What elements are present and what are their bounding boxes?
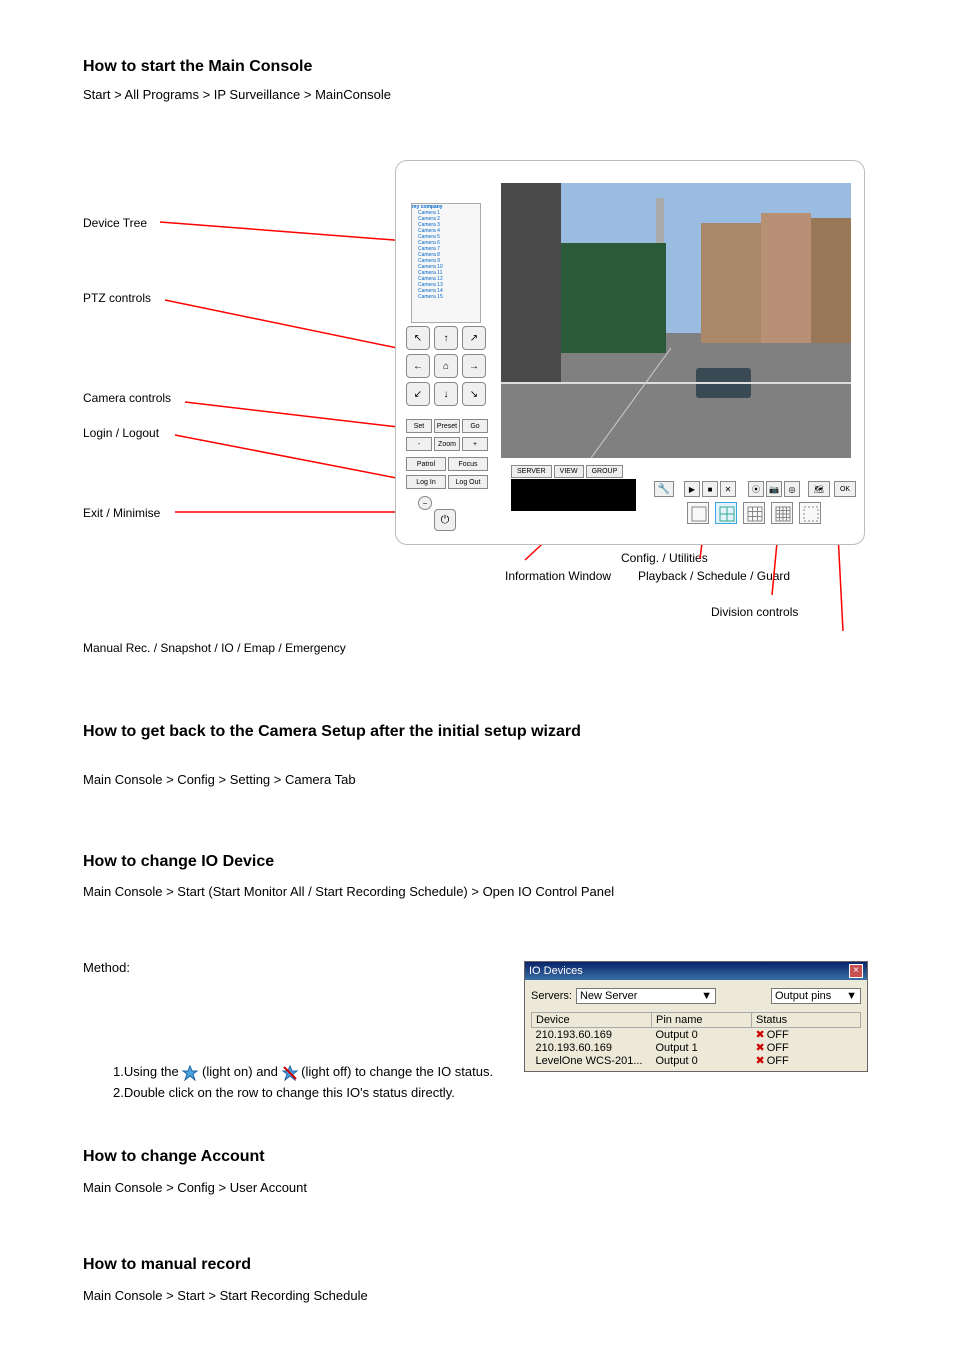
zoom-label: Zoom (434, 437, 460, 451)
section3-title: How to change IO Device (83, 853, 274, 871)
exit-button[interactable]: ⏻ (434, 509, 456, 531)
ptz-e[interactable]: → (462, 354, 486, 378)
video-view (501, 183, 851, 458)
col-device[interactable]: Device (532, 1013, 652, 1028)
patrol-button[interactable]: Patrol (406, 457, 446, 471)
logout-button[interactable]: Log Out (448, 475, 488, 489)
chevron-down-icon: ▼ (846, 990, 857, 1002)
zoom-minus[interactable]: - (406, 437, 432, 451)
server-select[interactable]: New Server▼ (576, 988, 716, 1004)
set-button[interactable]: Set (406, 419, 432, 433)
annot-playback: Playback / Schedule / Guard (638, 568, 790, 585)
col-pin[interactable]: Pin name (652, 1013, 752, 1028)
pins-select[interactable]: Output pins▼ (771, 988, 861, 1004)
division-full[interactable] (799, 502, 821, 524)
section5-title: How to manual record (83, 1256, 251, 1274)
status-off-icon: ✖ (756, 1055, 765, 1067)
io-devices-dialog: IO Devices × Servers: New Server▼ Output… (524, 961, 868, 1072)
guard-button[interactable]: ✕ (720, 481, 736, 497)
info-window (511, 479, 636, 511)
minimise-button[interactable]: − (418, 496, 432, 510)
main-console: my company Camera 1 Camera 2 Camera 3 Ca… (395, 160, 865, 545)
preset-button[interactable]: Preset (434, 419, 460, 433)
section4-title: How to change Account (83, 1148, 265, 1166)
ptz-grid: ↖ ↑ ↗ ← ⌂ → ↙ ↓ ↘ (406, 326, 486, 406)
io-table: Device Pin name Status 210.193.60.169 Ou… (531, 1012, 861, 1067)
status-off-icon: ✖ (756, 1029, 765, 1041)
ptz-home[interactable]: ⌂ (434, 354, 458, 378)
login-button[interactable]: Log In (406, 475, 446, 489)
method-2: 2.Double click on the row to change this… (113, 1083, 513, 1104)
section1-title: How to start the Main Console (83, 58, 312, 76)
division-1[interactable] (687, 502, 709, 524)
section4-text: Main Console > Config > User Account (83, 1178, 307, 1198)
section3-text1: Main Console > Start (Start Monitor All … (83, 882, 863, 902)
config-button[interactable]: 🔧 (654, 481, 674, 497)
annot-ptz: PTZ controls (83, 290, 151, 307)
method-1: 1.Using the (light on) and (light off) t… (113, 1062, 513, 1083)
ptz-s[interactable]: ↓ (434, 382, 458, 406)
table-row[interactable]: 210.193.60.169 Output 1 ✖OFF (532, 1041, 861, 1054)
focus-button[interactable]: Focus (448, 457, 488, 471)
annot-device-tree: Device Tree (83, 215, 147, 232)
light-on-icon (182, 1065, 198, 1081)
playback-button[interactable]: ▶ (684, 481, 700, 497)
ptz-w[interactable]: ← (406, 354, 430, 378)
snapshot-button[interactable]: 📷 (766, 481, 782, 497)
annot-wrench: Config. / Utilities (621, 550, 708, 567)
tab-view[interactable]: VIEW (554, 465, 584, 478)
section2-text: Main Console > Config > Setting > Camera… (83, 770, 356, 790)
annot-information: Information Window (505, 568, 611, 585)
io-titlebar: IO Devices × (525, 962, 867, 980)
status-off-icon: ✖ (756, 1042, 765, 1054)
emergency-button[interactable]: OK (834, 481, 856, 497)
table-row[interactable]: 210.193.60.169 Output 0 ✖OFF (532, 1028, 861, 1042)
ptz-ne[interactable]: ↗ (462, 326, 486, 350)
section2-title: How to get back to the Camera Setup afte… (83, 723, 863, 741)
schedule-button[interactable]: ■ (702, 481, 718, 497)
division-4[interactable] (715, 502, 737, 524)
table-row[interactable]: LevelOne WCS-201... Output 0 ✖OFF (532, 1054, 861, 1067)
servers-label: Servers: (531, 990, 572, 1002)
close-icon[interactable]: × (849, 964, 863, 978)
device-tree[interactable]: my company Camera 1 Camera 2 Camera 3 Ca… (411, 203, 481, 323)
tab-group[interactable]: GROUP (586, 465, 624, 478)
ptz-sw[interactable]: ↙ (406, 382, 430, 406)
tree-cam[interactable]: Camera 15 (412, 294, 480, 300)
zoom-plus[interactable]: + (462, 437, 488, 451)
annot-exit: Exit / Minimise (83, 505, 160, 522)
go-button[interactable]: Go (462, 419, 488, 433)
annot-manual: Manual Rec. / Snapshot / IO / Emap / Eme… (83, 640, 863, 657)
methods-label: Method: (83, 958, 130, 978)
col-status[interactable]: Status (752, 1013, 861, 1028)
tab-row: SERVER VIEW GROUP (511, 465, 623, 478)
ptz-se[interactable]: ↘ (462, 382, 486, 406)
ptz-n[interactable]: ↑ (434, 326, 458, 350)
annot-login: Login / Logout (83, 425, 159, 442)
video-scene (501, 183, 851, 458)
section5-text: Main Console > Start > Start Recording S… (83, 1286, 368, 1306)
division-9[interactable] (743, 502, 765, 524)
io-title: IO Devices (529, 965, 583, 977)
annot-division: Division controls (711, 604, 798, 621)
tab-server[interactable]: SERVER (511, 465, 552, 478)
light-off-icon (282, 1065, 298, 1081)
ptz-nw[interactable]: ↖ (406, 326, 430, 350)
chevron-down-icon: ▼ (701, 990, 712, 1002)
emap-button[interactable]: 🗺 (808, 481, 830, 497)
annot-cam: Camera controls (83, 390, 171, 407)
io-button[interactable]: ◎ (784, 481, 800, 497)
division-16[interactable] (771, 502, 793, 524)
manual-rec-button[interactable]: ⦿ (748, 481, 764, 497)
section1-text: Start > All Programs > IP Surveillance >… (83, 85, 391, 105)
